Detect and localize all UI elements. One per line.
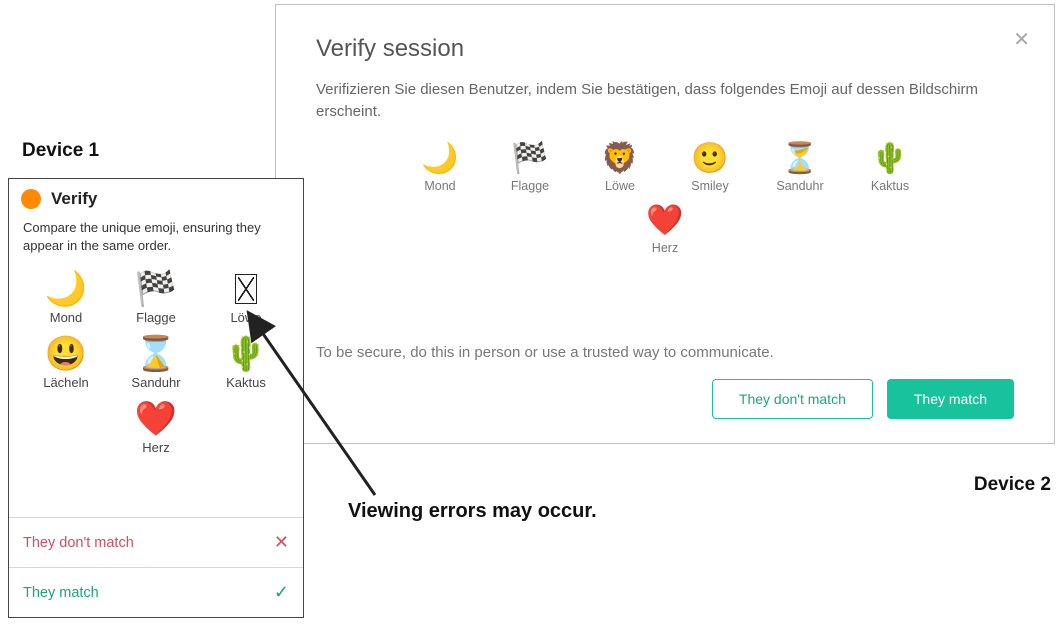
emoji-cell: 🏁 Flagge [120,268,192,325]
emoji-cell: 🦁 Löwe [588,141,652,193]
emoji-cell: 🌵 Kaktus [858,141,922,193]
emoji-label: Smiley [678,179,742,193]
moon-icon: 🌙 [408,141,472,177]
emoji-cell: ❤️ Herz [120,398,192,455]
match-button[interactable]: They match ✓ [9,567,303,617]
device2-dialog: ✕ Verify session Verifizieren Sie diesen… [275,4,1055,444]
missing-glyph-icon [210,268,282,310]
device1-label: Device 1 [22,140,99,162]
action-label: They don't match [23,535,134,551]
panel-header: Verify [9,179,303,215]
close-icon: ✕ [274,532,289,553]
dialog-title: Verify session [316,35,1014,63]
emoji-cell: 🙂 Smiley [678,141,742,193]
heart-icon: ❤️ [120,398,192,440]
emoji-cell: ❤️ Herz [633,203,697,255]
lion-icon: 🦁 [588,141,652,177]
dont-match-button[interactable]: They don't match ✕ [9,517,303,567]
close-icon[interactable]: ✕ [1013,27,1030,52]
heart-icon: ❤️ [633,203,697,239]
emoji-label: Mond [30,310,102,325]
emoji-label: Sanduhr [120,375,192,390]
emoji-label: Löwe [588,179,652,193]
smile-icon: 😃 [30,333,102,375]
status-dot-icon [21,189,41,209]
flag-icon: 🏁 [120,268,192,310]
hourglass-icon: ⏳ [768,141,832,177]
panel-instruction: Compare the unique emoji, ensuring they … [9,215,303,262]
emoji-grid: 🌙 Mond 🏁 Flagge 🦁 Löwe 🙂 Smiley ⏳ Sanduh… [316,141,1014,255]
smiley-icon: 🙂 [678,141,742,177]
panel-title: Verify [51,189,97,209]
emoji-cell: 🌵 Kaktus [210,333,282,390]
annotation-caption: Viewing errors may occur. [348,500,597,523]
emoji-cell: 😃 Lächeln [30,333,102,390]
emoji-cell: 🌙 Mond [30,268,102,325]
hourglass-icon: ⌛ [120,333,192,375]
emoji-label: Herz [120,440,192,455]
cactus-icon: 🌵 [210,333,282,375]
emoji-cell: 🏁 Flagge [498,141,562,193]
device2-label: Device 2 [974,474,1051,496]
emoji-label: Kaktus [210,375,282,390]
panel-actions: They don't match ✕ They match ✓ [9,517,303,617]
emoji-label: Lächeln [30,375,102,390]
emoji-label: Flagge [120,310,192,325]
dont-match-button[interactable]: They don't match [712,379,873,419]
dialog-instruction: Verifizieren Sie diesen Benutzer, indem … [316,79,1014,123]
action-label: They match [23,585,99,601]
emoji-label: Flagge [498,179,562,193]
emoji-cell: 🌙 Mond [408,141,472,193]
check-icon: ✓ [274,582,289,603]
emoji-cell: Löwe [210,268,282,325]
emoji-label: Mond [408,179,472,193]
security-note: To be secure, do this in person or use a… [316,344,1014,361]
cactus-icon: 🌵 [858,141,922,177]
emoji-cell: ⌛ Sanduhr [120,333,192,390]
flag-icon: 🏁 [498,141,562,177]
moon-icon: 🌙 [30,268,102,310]
match-button[interactable]: They match [887,379,1014,419]
emoji-label: Löwe [210,310,282,325]
emoji-label: Kaktus [858,179,922,193]
emoji-grid: 🌙 Mond 🏁 Flagge Löwe 😃 Lächeln ⌛ Sanduhr… [9,262,303,459]
device1-panel: Verify Compare the unique emoji, ensurin… [8,178,304,618]
emoji-label: Herz [633,241,697,255]
emoji-label: Sanduhr [768,179,832,193]
emoji-cell: ⏳ Sanduhr [768,141,832,193]
dialog-buttons: They don't match They match [316,379,1014,419]
